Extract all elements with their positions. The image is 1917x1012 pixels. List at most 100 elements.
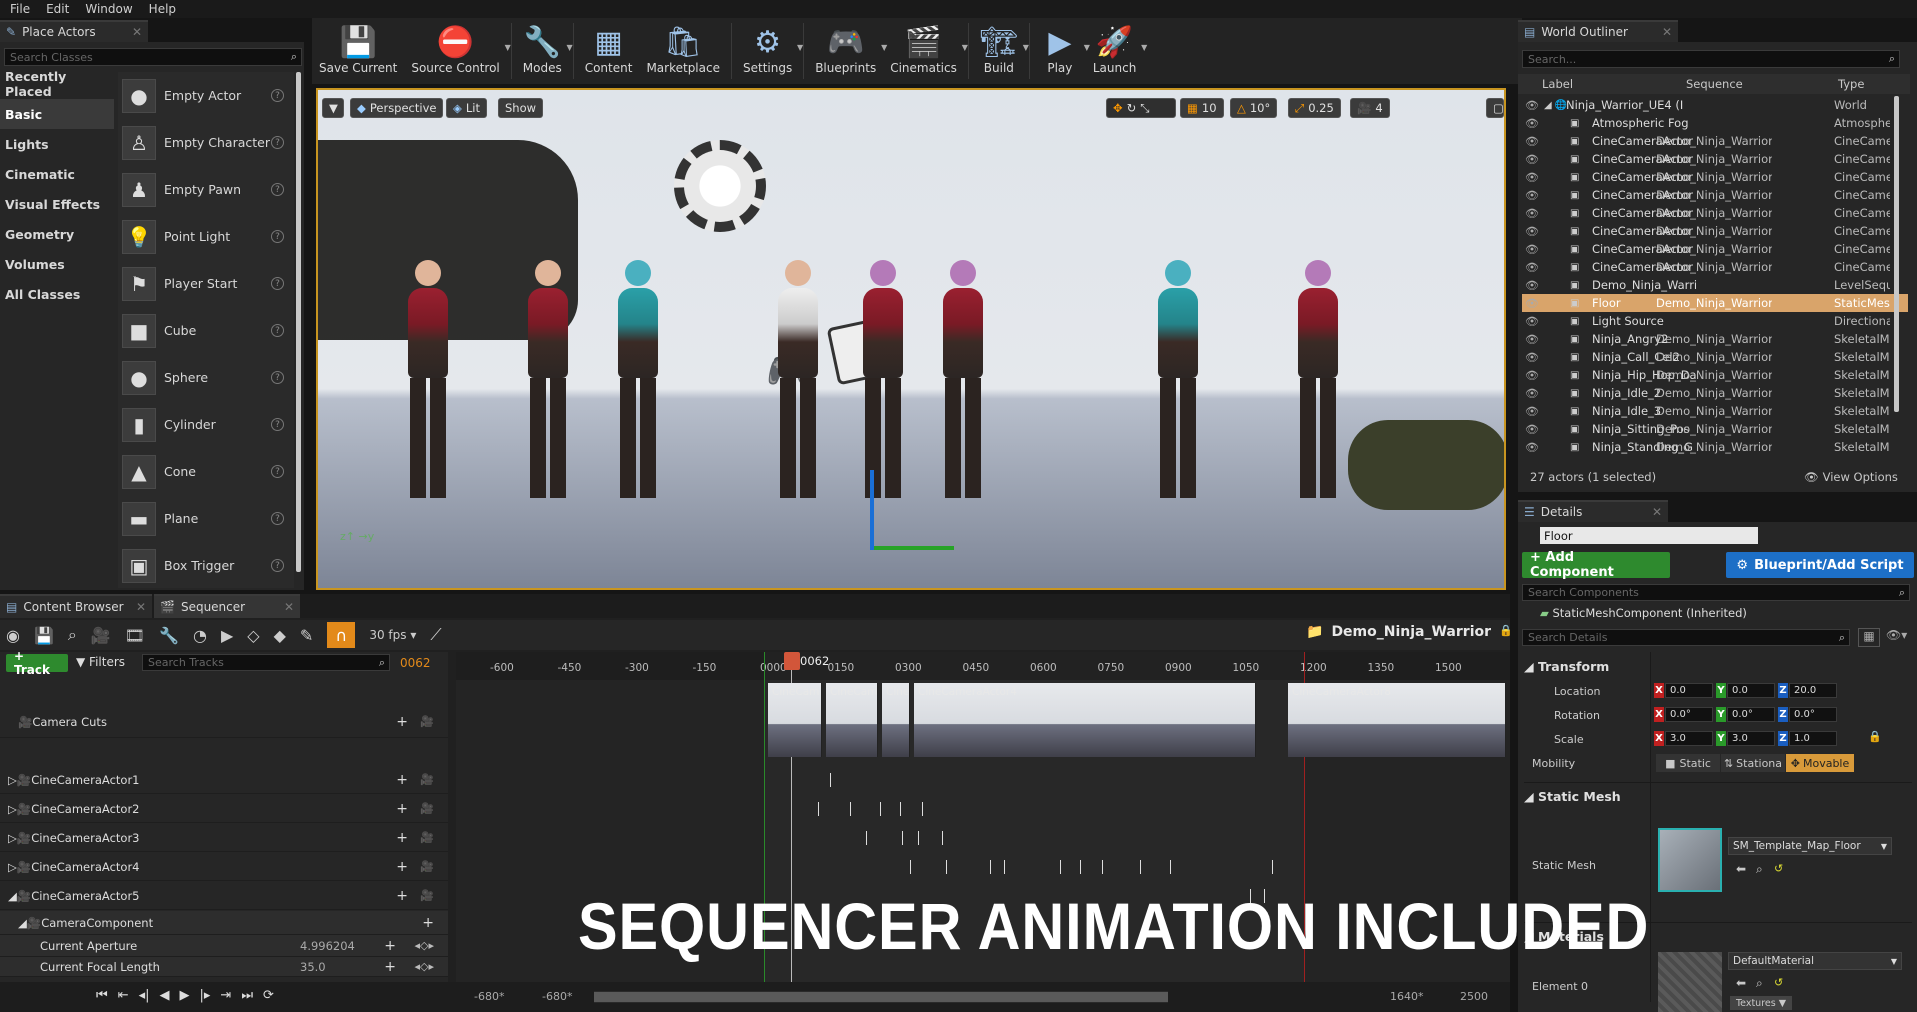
visibility-eye-icon[interactable]: 👁 [1522,189,1542,202]
mobility-static-option[interactable]: ■ Static [1656,754,1720,772]
previous-key-icon[interactable]: ⇤ [118,988,129,1003]
help-icon[interactable]: ? [271,183,284,196]
close-icon[interactable]: ✕ [1662,25,1672,39]
gizmo-z-axis[interactable] [870,470,874,550]
arrow-left-icon[interactable]: ⬅ [1736,862,1746,876]
camera-icon[interactable]: 🎥 [420,773,434,786]
category-all-classes[interactable]: All Classes [0,279,114,309]
search-icon[interactable]: ⌕ [68,625,77,645]
help-icon[interactable]: ? [271,559,284,572]
playback-options-icon[interactable]: ◔ [193,626,207,645]
content-button[interactable]: ▦ Content [578,23,640,76]
column-type[interactable]: Type [1838,77,1864,91]
play-icon[interactable]: ▶ [180,988,190,1003]
transform-section-header[interactable]: ◢ Transform [1524,659,1609,674]
track-current-aperture[interactable]: Current Aperture 4.996204 + ◂◇▸ [0,935,448,957]
add-icon[interactable]: + [396,830,408,846]
close-icon[interactable]: ✕ [132,25,142,39]
chevron-down-icon[interactable]: ▼ [505,43,511,52]
visibility-eye-icon[interactable]: 👁 [1522,207,1542,220]
close-icon[interactable]: ✕ [1652,505,1662,519]
camera-icon[interactable]: 🎥 [420,715,434,728]
ninja-character[interactable] [1148,260,1208,498]
material-thumbnail[interactable] [1658,952,1722,1012]
keyframe[interactable] [880,802,881,816]
jump-to-end-icon[interactable]: ⏭ [241,988,253,1003]
tab-sequencer[interactable]: 🎬 Sequencer ✕ [154,594,300,618]
blueprint-add-script-button[interactable]: ⚙ Blueprint/Add Script [1726,552,1914,578]
component-tree-item[interactable]: ▰ StaticMeshComponent (Inherited) [1540,606,1910,624]
browse-icon[interactable]: ⌕ [1756,862,1763,877]
tab-details[interactable]: ☰ Details ✕ [1518,500,1668,522]
material-picker[interactable]: DefaultMaterial ▼ [1728,952,1902,970]
view-range-start[interactable]: -680* [474,990,504,1003]
visibility-eye-icon[interactable]: 👁 [1522,441,1542,454]
close-icon[interactable]: ✕ [284,600,294,614]
visibility-eye-icon[interactable]: 👁 [1522,243,1542,256]
track-cinecameraactor2[interactable]: ▷ 🎥 CineCameraActor2 + 🎥 [0,795,448,823]
category-visual-effects[interactable]: Visual Effects [0,189,114,219]
view-range-end[interactable]: 1640* [1390,990,1424,1003]
help-icon[interactable]: ? [271,371,284,384]
ninja-character[interactable] [398,260,458,498]
keyframe[interactable] [1170,860,1171,874]
camera-cut-section[interactable]: CineCam [768,683,822,757]
actor-item-cone[interactable]: ▲ Cone? [118,448,294,495]
source-control-button[interactable]: ⛔ Source Control ▼ [404,23,510,76]
outliner-row[interactable]: 👁 ▣ Ninja_Call_Cel2 Demo_Ninja_Warrior Skele… [1522,348,1908,366]
keyframe[interactable] [990,860,991,874]
keyframe[interactable] [946,860,947,874]
expand-icon[interactable]: ▷ [8,860,17,874]
build-button[interactable]: 🏗 Build ▼ [973,23,1029,76]
fps-dropdown[interactable]: 30 fps ▾ [369,628,416,642]
outliner-row[interactable]: 👁 ▣ Ninja_Angry2 Demo_Ninja_Warrior Skeletal… [1522,330,1908,348]
add-icon[interactable]: + [384,938,396,954]
menu-help[interactable]: Help [143,2,182,16]
play-options-icon[interactable]: ▶ [221,626,233,645]
visibility-eye-icon[interactable]: 👁 [1522,153,1542,166]
visibility-eye-icon[interactable]: 👁 [1522,261,1542,274]
track-camera-component[interactable]: ◢ 🎥 CameraComponent + [0,911,448,935]
mobility-stationary-option[interactable]: ⇅ Stationa [1721,754,1785,772]
collapse-icon[interactable]: ◢ [8,889,17,903]
keyframe[interactable] [1102,860,1103,874]
rotation-x-field[interactable]: 0.0° [1665,707,1713,722]
outliner-scrollbar[interactable] [1894,96,1899,412]
outliner-row[interactable]: 👁 ▣ CineCameraActor Demo_Ninja_Warrior CineC… [1522,258,1908,276]
track-current-focal-length[interactable]: Current Focal Length 35.0 + ◂◇▸ [0,957,448,977]
scale-z-field[interactable]: 1.0 [1789,731,1837,746]
visibility-eye-icon[interactable]: 👁 [1522,315,1542,328]
ninja-character[interactable] [853,260,913,498]
ninja-character[interactable] [518,260,578,498]
camera-icon[interactable]: 🎥 [420,802,434,815]
aperture-value[interactable]: 4.996204 [300,939,355,953]
mobility-movable-option[interactable]: ✥ Movable [1786,754,1854,772]
track-cinecameraactor3[interactable]: ▷ 🎥 CineCameraActor3 + 🎥 [0,824,448,852]
track-cinecameraactor4[interactable]: ▷ 🎥 CineCameraActor4 + 🎥 [0,853,448,881]
actor-item-cube[interactable]: ■ Cube? [118,307,294,354]
outliner-row[interactable]: 👁 ▣ CineCameraActor Demo_Ninja_Warrior CineC… [1522,150,1908,168]
current-frame-field[interactable]: 0062 [400,656,431,670]
render-movie-icon[interactable]: 🎞 [125,626,145,645]
scale-snap-button[interactable]: ⤢ 0.25 [1288,98,1341,118]
help-icon[interactable]: ? [271,277,284,290]
visibility-eye-icon[interactable]: 👁 [1522,405,1542,418]
gizmo-y-axis[interactable] [874,546,954,550]
actor-item-sphere[interactable]: ● Sphere? [118,354,294,401]
visibility-eye-icon[interactable]: 👁 [1522,225,1542,238]
help-icon[interactable]: ? [271,465,284,478]
actor-item-empty-actor[interactable]: ● Empty Actor? [118,72,294,119]
help-icon[interactable]: ? [271,512,284,525]
perspective-button[interactable]: ◆ Perspective [350,98,444,118]
actor-list-scrollbar[interactable] [296,72,301,572]
outliner-row[interactable]: 👁 ◢ 🌐 Ninja_Warrior_UE4 (I World [1522,96,1908,114]
keyframe[interactable] [850,802,851,816]
add-component-button[interactable]: + Add Component [1522,550,1670,580]
keyframe[interactable] [1140,860,1141,874]
tab-world-outliner[interactable]: ▤ World Outliner ✕ [1518,20,1678,42]
ninja-character[interactable] [1288,260,1348,498]
chevron-down-icon[interactable]: ▼ [1023,43,1029,52]
location-x-field[interactable]: 0.0 [1665,683,1713,698]
lock-icon[interactable]: 🔒 [1868,730,1882,743]
scale-x-field[interactable]: 3.0 [1665,731,1713,746]
